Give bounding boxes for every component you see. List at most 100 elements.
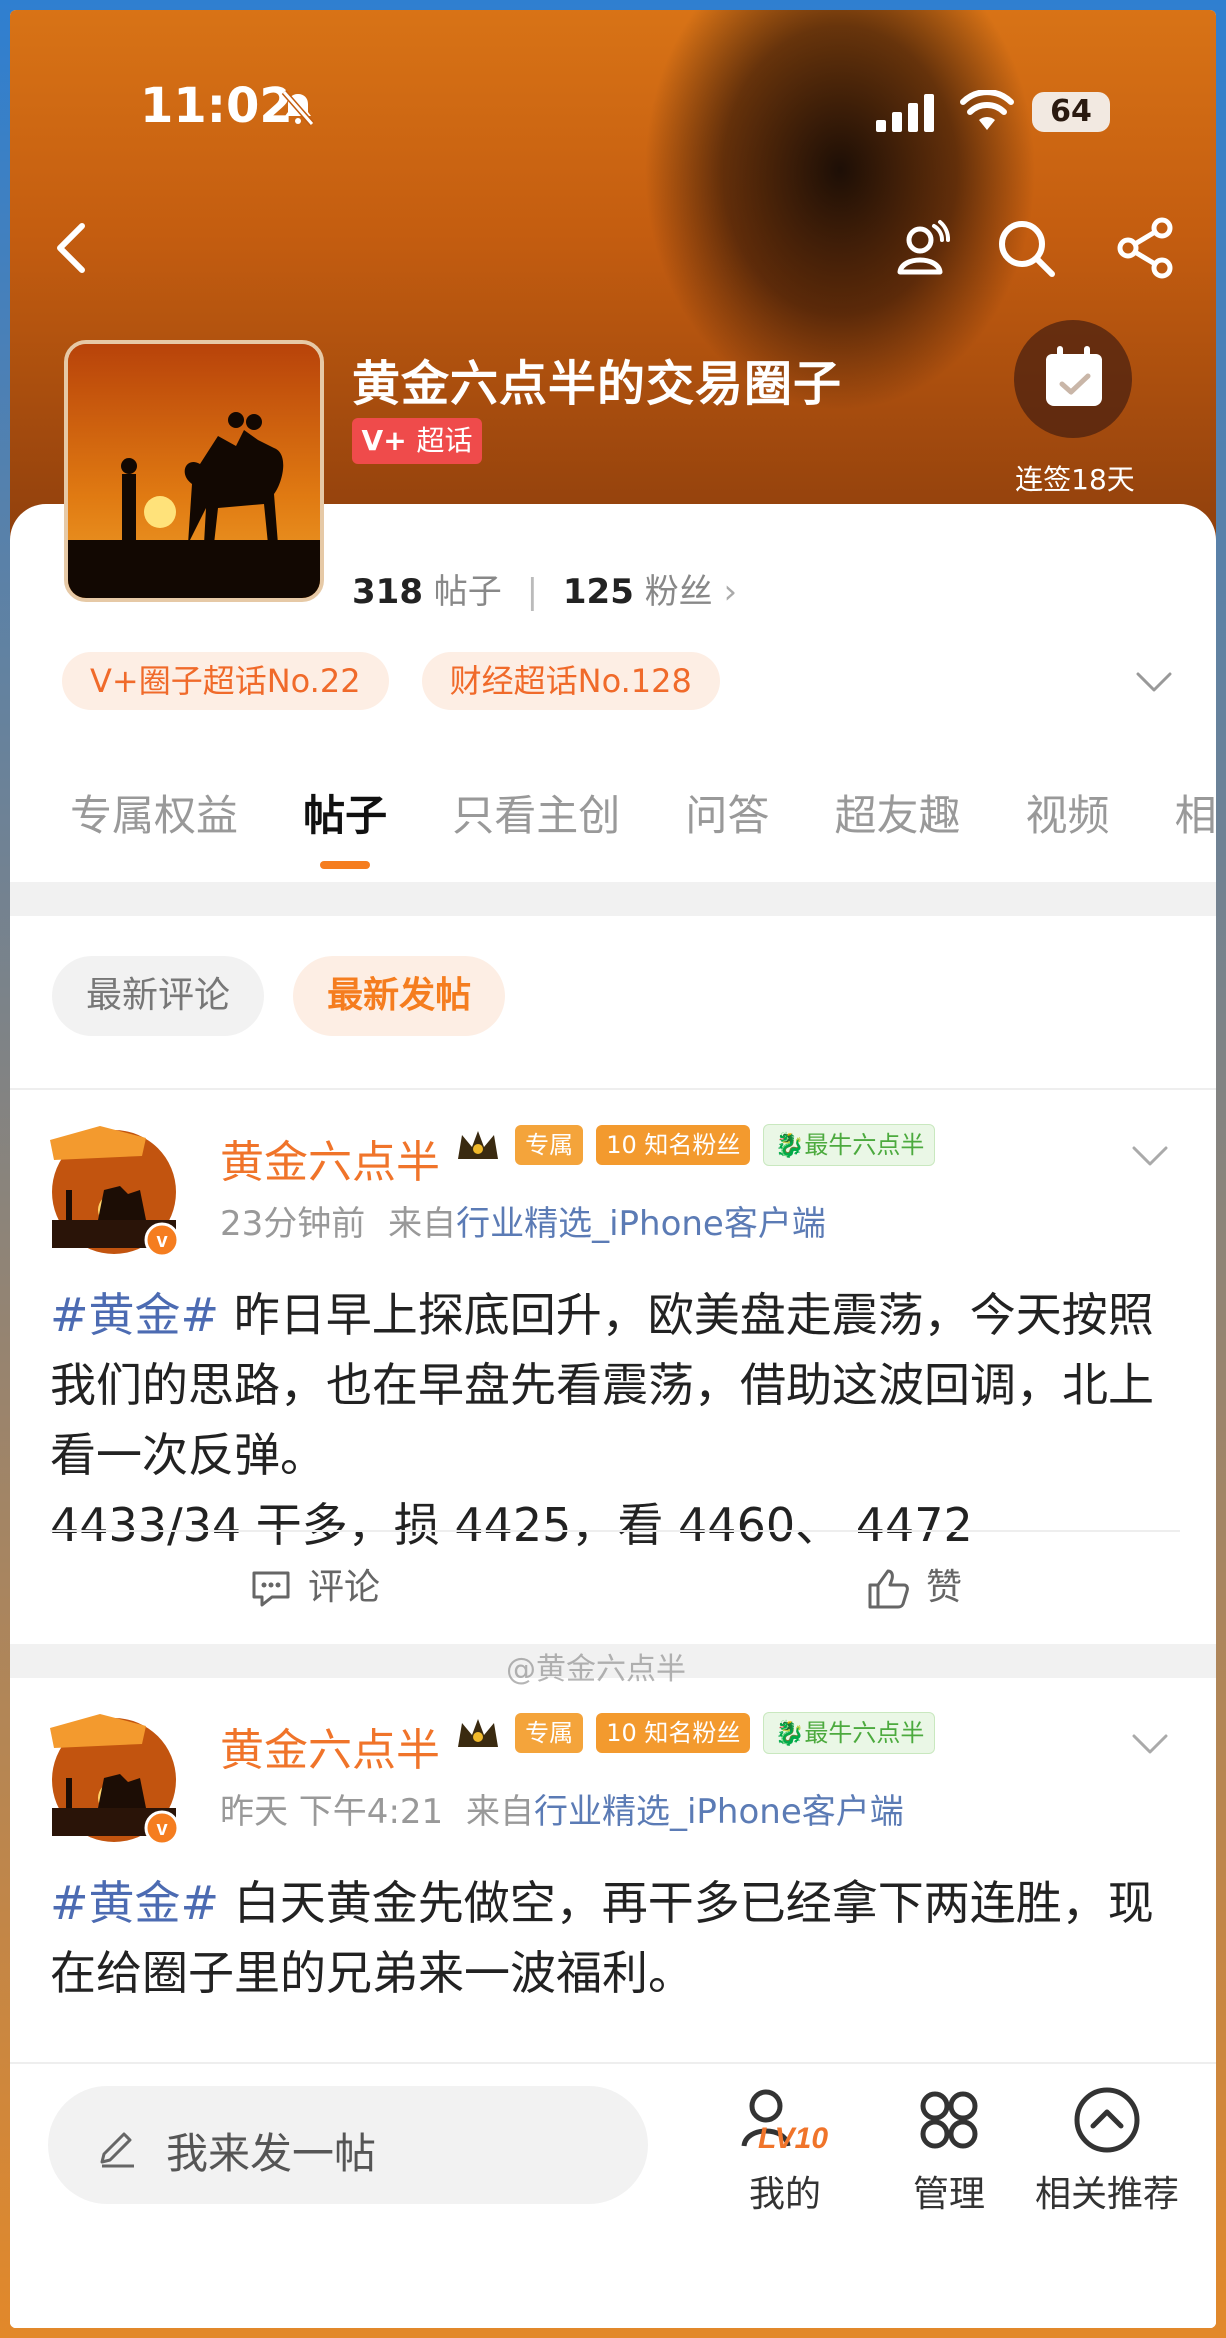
tab-posts[interactable]: 帖子 <box>303 782 387 869</box>
svg-text:v: v <box>156 1230 168 1252</box>
tab-mine[interactable]: LV10 我的 <box>730 2084 840 2217</box>
search-icon[interactable] <box>994 216 1058 280</box>
section-divider <box>10 882 1216 916</box>
comment-icon <box>252 1571 290 1607</box>
author-name[interactable]: 黄金六点半 <box>220 1714 440 1778</box>
topic-stats[interactable]: 318 帖子 | 125 粉丝 › <box>352 564 737 613</box>
latest-comment-button[interactable]: 最新评论 <box>52 956 265 1036</box>
chevron-up-circle-icon <box>1074 2087 1140 2153</box>
v-plus-icon: V+ <box>361 424 417 457</box>
super-topic-badge: V+ 超话 <box>352 418 482 464</box>
post-meta: 昨天 下午4:21 来自行业精选_iPhone客户端 <box>220 1784 904 1833</box>
best-fan-label: 最牛六点半 <box>804 1131 925 1159</box>
post-time: 昨天 下午4:21 <box>220 1792 444 1832</box>
fan-level-number: 10 <box>606 1719 637 1747</box>
like-button[interactable]: 赞 <box>866 1558 962 1611</box>
post-more-chevron-icon[interactable] <box>1130 1144 1170 1168</box>
source-prefix: 来自 <box>388 1204 457 1244</box>
checkin-label: 连签18天 <box>1015 463 1135 496</box>
like-label: 赞 <box>926 1567 963 1608</box>
crown-icon <box>458 1719 498 1747</box>
content-card: 318 帖子 | 125 粉丝 › V+圈子超话No.22 财经超话No.128… <box>10 504 1216 2328</box>
silent-bell-icon <box>281 90 315 126</box>
tab-related[interactable]: 相关推荐 <box>1022 2084 1192 2217</box>
best-fan-label: 最牛六点半 <box>804 1719 925 1747</box>
comment-label: 评论 <box>308 1567 381 1608</box>
post-time: 23分钟前 <box>220 1204 366 1244</box>
manage-grid-icon <box>920 2091 978 2149</box>
crown-icon <box>458 1131 498 1159</box>
battery-indicator: 64 <box>1032 92 1110 132</box>
post-actions: 评论 赞 <box>50 1530 1180 1642</box>
latest-post-button[interactable]: 最新发帖 <box>293 956 506 1036</box>
dragon-icon: 🐉 <box>774 1131 805 1159</box>
post-source[interactable]: 行业精选_iPhone客户端 <box>456 1204 826 1244</box>
post-card[interactable]: v 黄金六点半 专属 10 知名粉丝 🐉最牛六点半 23分钟前 来自行业精选_i… <box>10 1090 1216 1644</box>
fan-level-number: 10 <box>606 1131 637 1159</box>
pencil-icon <box>100 2132 134 2168</box>
fan-level-badge: 10 知名粉丝 <box>596 1125 751 1165</box>
share-icon[interactable] <box>1114 216 1178 280</box>
stats-separator: | <box>526 572 539 612</box>
posts-count: 318 <box>352 572 423 612</box>
post-body[interactable]: #黄金# 白天黄金先做空，再干多已经拿下两连胜，现在给圈子里的兄弟来一波福利。 <box>50 1868 1180 2008</box>
fan-level-label: 知名粉丝 <box>644 1131 741 1159</box>
status-time: 11:02 <box>140 78 293 134</box>
cellular-signal-icon <box>876 94 934 132</box>
expand-chevron-icon[interactable] <box>1134 670 1174 694</box>
back-arrow-icon[interactable] <box>40 216 104 280</box>
best-fan-badge: 🐉最牛六点半 <box>763 1124 936 1166</box>
thumbs-up-icon <box>868 1569 909 1609</box>
bottom-bar: 我来发一帖 LV10 我的 管理 相关推荐 <box>10 2064 1216 2328</box>
exclusive-badge: 专属 <box>515 1125 584 1165</box>
page-title: 黄金六点半的交易圈子 <box>352 356 843 412</box>
fans-count: 125 <box>562 572 634 612</box>
fan-level-label: 知名粉丝 <box>644 1719 741 1747</box>
dragon-icon: 🐉 <box>774 1719 805 1747</box>
camel-sunset-image <box>68 344 320 598</box>
level-text: LV10 <box>758 2122 828 2155</box>
author-badges: 专属 10 知名粉丝 🐉最牛六点半 <box>454 1712 943 1754</box>
topic-avatar <box>64 340 324 602</box>
tab-related-label: 相关推荐 <box>1034 2174 1179 2215</box>
post-body[interactable]: #黄金# 昨日早上探底回升，欧美盘走震荡，今天按照我们的思路，也在早盘先看震荡，… <box>50 1280 1180 1560</box>
post-more-chevron-icon[interactable] <box>1130 1732 1170 1756</box>
post-card[interactable]: v 黄金六点半 专属 10 知名粉丝 🐉最牛六点半 昨天 下午4:21 来自行业… <box>10 1678 1216 2098</box>
tab-more[interactable]: 相 <box>1175 782 1216 843</box>
post-meta: 23分钟前 来自行业精选_iPhone客户端 <box>220 1196 826 1245</box>
rank-chip-finance[interactable]: 财经超话No.128 <box>421 652 720 710</box>
fans-label: 粉丝 <box>644 572 713 612</box>
tab-creator-only[interactable]: 只看主创 <box>452 782 620 843</box>
tab-manage-label: 管理 <box>912 2174 985 2215</box>
super-topic-badge-label: 超话 <box>416 424 473 457</box>
sort-filters: 最新评论 最新发帖 <box>52 956 529 1036</box>
tab-manage[interactable]: 管理 <box>894 2084 1004 2217</box>
tab-video[interactable]: 视频 <box>1026 782 1110 843</box>
tab-mine-label: 我的 <box>748 2174 821 2215</box>
checkin-button[interactable] <box>1014 320 1132 438</box>
compose-input[interactable]: 我来发一帖 <box>48 2086 648 2204</box>
post-hashtag[interactable]: #黄金# <box>50 1876 219 1930</box>
chevron-right-icon: › <box>723 572 738 612</box>
author-name[interactable]: 黄金六点半 <box>220 1126 440 1190</box>
posts-label: 帖子 <box>433 572 502 612</box>
members-icon[interactable] <box>890 216 954 280</box>
ranking-chips: V+圈子超话No.22 财经超话No.128 <box>62 652 748 710</box>
level-badge-icon: LV10 <box>741 2089 828 2155</box>
post-hashtag[interactable]: #黄金# <box>50 1288 219 1342</box>
post-source[interactable]: 行业精选_iPhone客户端 <box>534 1792 904 1832</box>
tab-qa[interactable]: 问答 <box>685 782 769 843</box>
app-frame: 11:02 64 黄金六点半的交易圈子 V+ 超话 连签18天 318 帖子 |… <box>10 10 1216 2328</box>
comment-button[interactable]: 评论 <box>250 1558 380 1610</box>
best-fan-badge: 🐉最牛六点半 <box>763 1712 936 1754</box>
author-avatar[interactable]: v <box>50 1708 190 1848</box>
author-badges: 专属 10 知名粉丝 🐉最牛六点半 <box>454 1124 943 1166</box>
author-avatar[interactable]: v <box>50 1120 190 1260</box>
compose-placeholder: 我来发一帖 <box>166 2129 377 2178</box>
tab-benefits[interactable]: 专属权益 <box>70 782 238 843</box>
source-prefix: 来自 <box>465 1792 534 1832</box>
rank-chip-circle[interactable]: V+圈子超话No.22 <box>62 652 389 710</box>
calendar-check-icon <box>1046 346 1102 406</box>
tab-fun[interactable]: 超友趣 <box>834 782 960 843</box>
svg-text:v: v <box>156 1818 168 1840</box>
